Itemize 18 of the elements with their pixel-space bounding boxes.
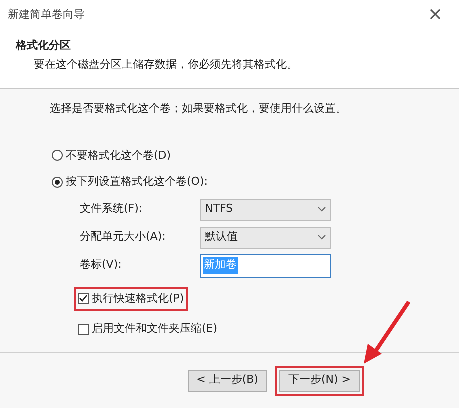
chevron-down-icon bbox=[318, 235, 326, 240]
dropdown-field[interactable]: 默认值 bbox=[200, 226, 331, 248]
dropdown-field[interactable]: NTFS bbox=[200, 198, 331, 220]
page-description: 要在这个磁盘分区上储存数据，你必须先将其格式化。 bbox=[33, 56, 299, 72]
field-label: 卷标(V): bbox=[80, 257, 123, 274]
radio-option[interactable]: 按下列设置格式化这个卷(O): bbox=[52, 174, 208, 190]
wizard-button[interactable]: 下一步(N) > bbox=[279, 370, 360, 392]
wizard-button[interactable]: < 上一步(B) bbox=[188, 370, 268, 392]
field-label: 文件系统(F): bbox=[80, 201, 144, 218]
page-heading: 格式化分区 bbox=[16, 38, 72, 54]
field-label: 分配单元大小(A): bbox=[80, 229, 167, 246]
arrow-drawing bbox=[362, 300, 412, 366]
radio-option[interactable]: 不要格式化这个卷(D) bbox=[52, 148, 172, 164]
close-button[interactable]: × bbox=[420, 6, 451, 24]
checkbox-option[interactable]: 启用文件和文件夹压缩(E) bbox=[78, 321, 218, 338]
chevron-down-icon bbox=[318, 207, 326, 212]
window-title: 新建简单卷向导 bbox=[8, 6, 85, 23]
instruction-text: 选择是否要格式化这个卷；如果要格式化，要使用什么设置。 bbox=[50, 101, 348, 117]
